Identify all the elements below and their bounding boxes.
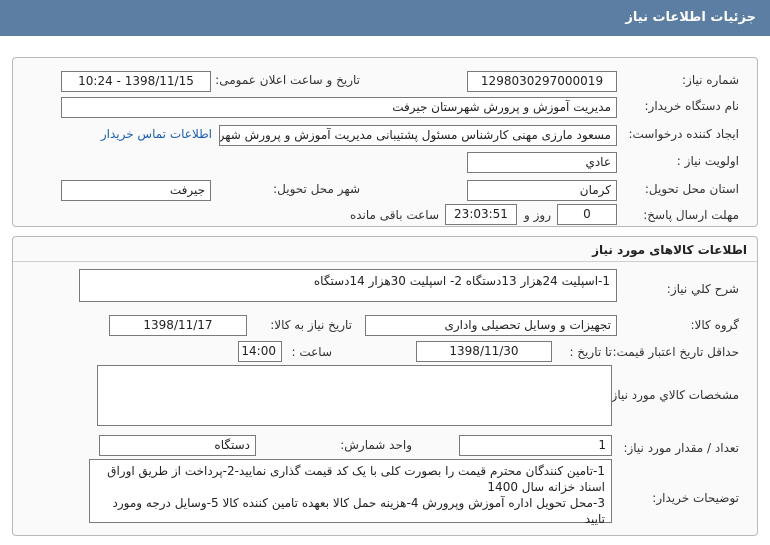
- days-word: روز و: [524, 208, 551, 222]
- creator-field[interactable]: مسعود مارزی مهنی کارشناس مسئول پشتیبانی …: [219, 125, 617, 146]
- page-title-bar: جزئیات اطلاعات نیاز: [0, 0, 770, 36]
- until-date-label: تا تاریخ :: [569, 345, 612, 359]
- province-field[interactable]: کرمان: [467, 180, 617, 201]
- need-number-label: شماره نیاز:: [682, 73, 739, 87]
- priority-label: اولویت نیاز :: [676, 154, 739, 168]
- goods-group-field[interactable]: تجهیزات و وسایل تحصیلی واداری: [365, 315, 617, 336]
- time-label: ساعت :: [291, 345, 332, 359]
- validity-time-field[interactable]: 14:00: [238, 341, 282, 362]
- page-title: جزئیات اطلاعات نیاز: [625, 10, 756, 25]
- specs-label: مشخصات کالاي مورد نیاز:: [607, 388, 739, 402]
- goods-section-title: اطلاعات کالاهای مورد نیاز: [592, 243, 747, 257]
- creator-label: ایجاد کننده درخواست:: [628, 127, 739, 141]
- deadline-time-field[interactable]: 23:03:51: [445, 204, 517, 225]
- province-label: استان محل تحویل:: [644, 182, 739, 196]
- quantity-label: تعداد / مقدار مورد نیاز:: [623, 441, 739, 455]
- announce-date-label: تاریخ و ساعت اعلان عمومی:: [215, 73, 360, 87]
- buyer-notes-field[interactable]: 1-تامین کنندگان محترم قیمت را بصورت کلی …: [89, 459, 612, 526]
- need-date-label: تاریخ نیاز به کالا:: [270, 318, 352, 332]
- buyer-field[interactable]: مدیریت آموزش و پرورش شهرستان جیرفت: [61, 97, 617, 118]
- general-desc-field[interactable]: 1-اسپلیت 24هزار 13دستگاه 2- اسپلیت 30هزا…: [79, 269, 617, 302]
- general-desc-label: شرح کلي نیاز:: [666, 282, 739, 296]
- until-date-field[interactable]: 1398/11/30: [416, 341, 552, 362]
- section-divider: [13, 261, 757, 262]
- city-label: شهر محل تحویل:: [273, 182, 360, 196]
- deadline-days-field[interactable]: 0: [557, 204, 617, 225]
- unit-field[interactable]: دستگاه: [99, 435, 256, 456]
- need-date-field[interactable]: 1398/11/17: [109, 315, 247, 336]
- remaining-word: ساعت باقی مانده: [349, 208, 439, 222]
- goods-group-label: گروه کالا:: [690, 318, 740, 332]
- need-number-field[interactable]: 1298030297000019: [467, 71, 617, 92]
- goods-panel: اطلاعات کالاهای مورد نیاز شرح کلي نیاز: …: [12, 236, 758, 536]
- buyer-notes-label: توضیحات خریدار:: [652, 491, 739, 505]
- min-validity-label: حداقل تاریخ اعتبار قیمت:: [612, 345, 739, 359]
- quantity-field[interactable]: 1: [459, 435, 612, 456]
- buyer-contact-link[interactable]: اطلاعات تماس خریدار: [101, 127, 212, 141]
- unit-label: واحد شمارش:: [340, 438, 412, 452]
- need-info-panel: شماره نیاز: 1298030297000019 تاریخ و ساع…: [12, 57, 758, 227]
- announce-date-field[interactable]: 1398/11/15 - 10:24: [61, 71, 211, 92]
- specs-field[interactable]: [97, 365, 612, 426]
- priority-field[interactable]: عادي: [467, 152, 617, 173]
- buyer-label: نام دستگاه خریدار:: [644, 99, 740, 113]
- city-field[interactable]: جیرفت: [61, 180, 211, 201]
- deadline-label: مهلت ارسال پاسخ:: [643, 208, 739, 222]
